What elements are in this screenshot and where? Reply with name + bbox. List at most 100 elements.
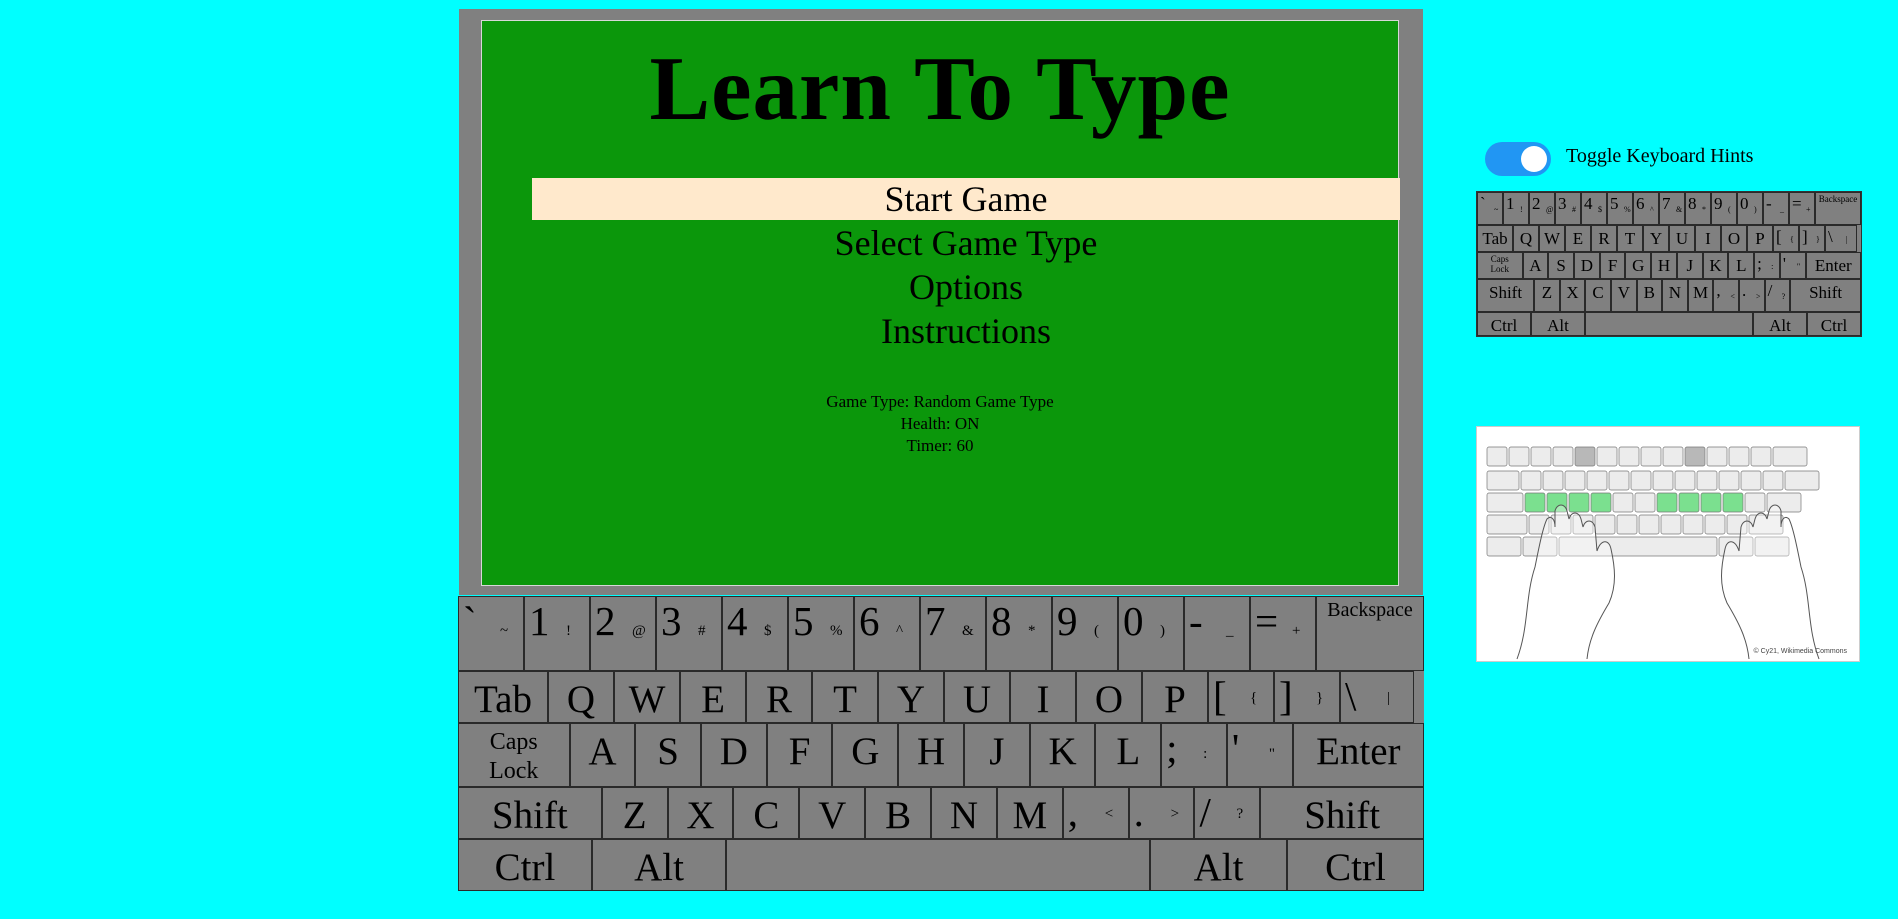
mini-key-tab[interactable]: Tab — [1477, 225, 1513, 252]
mini-key-d[interactable]: D — [1573, 252, 1600, 279]
big-key-q[interactable]: Q — [548, 671, 614, 723]
mini-key-e[interactable]: E — [1565, 225, 1591, 252]
mini-key-right-ctrl[interactable]: Ctrl — [1807, 312, 1861, 336]
mini-key-space[interactable] — [1585, 312, 1753, 336]
big-key-v[interactable]: V — [799, 787, 866, 839]
big-key-p[interactable]: P — [1142, 671, 1208, 723]
mini-key-n[interactable]: N — [1662, 279, 1688, 312]
big-key-w[interactable]: W — [614, 671, 680, 723]
menu-start-game[interactable]: Start Game — [532, 178, 1400, 220]
menu-instructions[interactable]: Instructions — [532, 310, 1400, 352]
big-key-9[interactable]: 9( — [1052, 596, 1118, 671]
mini-key-right-shift[interactable]: Shift — [1790, 279, 1862, 312]
big-key-o[interactable]: O — [1076, 671, 1142, 723]
big-key-e[interactable]: E — [680, 671, 746, 723]
big-key-backslash[interactable]: \ | — [1340, 671, 1414, 723]
big-key-2[interactable]: 2 @ — [590, 596, 656, 671]
big-key-1[interactable]: 1! — [524, 596, 590, 671]
mini-key-left-bracket[interactable]: [{ — [1773, 225, 1799, 252]
mini-key-p[interactable]: P — [1747, 225, 1773, 252]
big-key-7[interactable]: 7 & — [920, 596, 986, 671]
mini-key-comma[interactable]: , < — [1713, 279, 1739, 312]
big-key-i[interactable]: I — [1010, 671, 1076, 723]
mini-key-b[interactable]: B — [1636, 279, 1663, 312]
mini-key-minus[interactable]: - _ — [1763, 192, 1789, 225]
big-key-d[interactable]: D — [701, 723, 767, 787]
big-key-left-alt[interactable]: Alt — [592, 839, 726, 891]
big-key-a[interactable]: A — [569, 723, 636, 787]
mini-key-equals[interactable]: = + — [1789, 192, 1815, 225]
big-key-t[interactable]: T — [812, 671, 878, 723]
mini-key-8[interactable]: 8 * — [1685, 192, 1711, 225]
mini-key-g[interactable]: G — [1625, 252, 1652, 279]
mini-key-i[interactable]: I — [1695, 225, 1721, 252]
mini-key-r[interactable]: R — [1591, 225, 1617, 252]
big-key-right-ctrl[interactable]: Ctrl — [1287, 839, 1424, 891]
big-key-n[interactable]: N — [931, 787, 997, 839]
mini-key-f[interactable]: F — [1599, 252, 1626, 279]
big-key-k[interactable]: K — [1029, 723, 1096, 787]
big-key-j[interactable]: J — [963, 723, 1030, 787]
mini-key-h[interactable]: H — [1651, 252, 1677, 279]
mini-key-semicolon[interactable]: ;: — [1754, 252, 1780, 279]
mini-key-k[interactable]: K — [1702, 252, 1729, 279]
mini-key-m[interactable]: M — [1687, 279, 1714, 312]
big-key-z[interactable]: Z — [601, 787, 668, 839]
mini-key-left-shift[interactable]: Shift — [1477, 279, 1535, 312]
mini-key-backslash[interactable]: \ | — [1825, 225, 1857, 252]
mini-key-right-alt[interactable]: Alt — [1753, 312, 1807, 336]
mini-key-2[interactable]: 2 @ — [1529, 192, 1555, 225]
big-key-equals[interactable]: = + — [1250, 596, 1316, 671]
mini-key-z[interactable]: Z — [1534, 279, 1560, 312]
big-key-backtick[interactable]: ` ~ — [458, 596, 524, 671]
big-key-left-ctrl[interactable]: Ctrl — [458, 839, 592, 891]
mini-key-4[interactable]: 4 $ — [1581, 192, 1607, 225]
big-key-enter[interactable]: Enter — [1292, 723, 1425, 787]
mini-key-period[interactable]: . > — [1738, 279, 1765, 312]
mini-key-enter[interactable]: Enter — [1805, 252, 1861, 279]
big-key-minus[interactable]: - _ — [1184, 596, 1250, 671]
mini-key-x[interactable]: X — [1559, 279, 1586, 312]
big-key-3[interactable]: 3 # — [656, 596, 722, 671]
mini-key-v[interactable]: V — [1610, 279, 1637, 312]
big-key-period[interactable]: . > — [1128, 787, 1195, 839]
big-key-s[interactable]: S — [635, 723, 701, 787]
big-key-quote[interactable]: ' " — [1226, 723, 1293, 787]
big-key-tab[interactable]: Tab — [458, 671, 548, 723]
big-key-right-shift[interactable]: Shift — [1260, 787, 1424, 839]
mini-key-0[interactable]: 0) — [1737, 192, 1763, 225]
big-key-r[interactable]: R — [746, 671, 812, 723]
big-key-caps-lock[interactable]: Caps Lock — [458, 723, 570, 787]
big-key-c[interactable]: C — [733, 787, 800, 839]
mini-key-j[interactable]: J — [1676, 252, 1703, 279]
mini-key-caps-lock[interactable]: Caps Lock — [1477, 252, 1523, 279]
mini-key-1[interactable]: 1! — [1503, 192, 1529, 225]
big-key-right-alt[interactable]: Alt — [1150, 839, 1287, 891]
mini-key-backspace[interactable]: Backspace — [1815, 192, 1861, 225]
big-key-m[interactable]: M — [996, 787, 1063, 839]
big-key-l[interactable]: L — [1095, 723, 1162, 787]
mini-key-5[interactable]: 5% — [1607, 192, 1633, 225]
big-key-slash[interactable]: /? — [1194, 787, 1261, 839]
big-key-comma[interactable]: , < — [1062, 787, 1129, 839]
big-key-h[interactable]: H — [898, 723, 964, 787]
big-key-0[interactable]: 0) — [1118, 596, 1184, 671]
mini-key-7[interactable]: 7 & — [1659, 192, 1685, 225]
mini-key-q[interactable]: Q — [1513, 225, 1539, 252]
menu-select-game-type[interactable]: Select Game Type — [532, 222, 1400, 264]
big-key-g[interactable]: G — [832, 723, 899, 787]
big-key-x[interactable]: X — [667, 787, 734, 839]
big-key-u[interactable]: U — [944, 671, 1010, 723]
mini-key-w[interactable]: W — [1539, 225, 1565, 252]
mini-key-backtick[interactable]: ` ~ — [1477, 192, 1503, 225]
big-key-6[interactable]: 6 ^ — [854, 596, 920, 671]
mini-key-left-ctrl[interactable]: Ctrl — [1477, 312, 1531, 336]
mini-key-a[interactable]: A — [1522, 252, 1549, 279]
big-key-f[interactable]: F — [766, 723, 833, 787]
mini-key-quote[interactable]: ' " — [1779, 252, 1806, 279]
mini-key-right-bracket[interactable]: ]} — [1799, 225, 1825, 252]
mini-key-t[interactable]: T — [1617, 225, 1643, 252]
big-key-backspace[interactable]: Backspace — [1316, 596, 1424, 671]
mini-key-left-alt[interactable]: Alt — [1531, 312, 1585, 336]
mini-key-l[interactable]: L — [1728, 252, 1755, 279]
